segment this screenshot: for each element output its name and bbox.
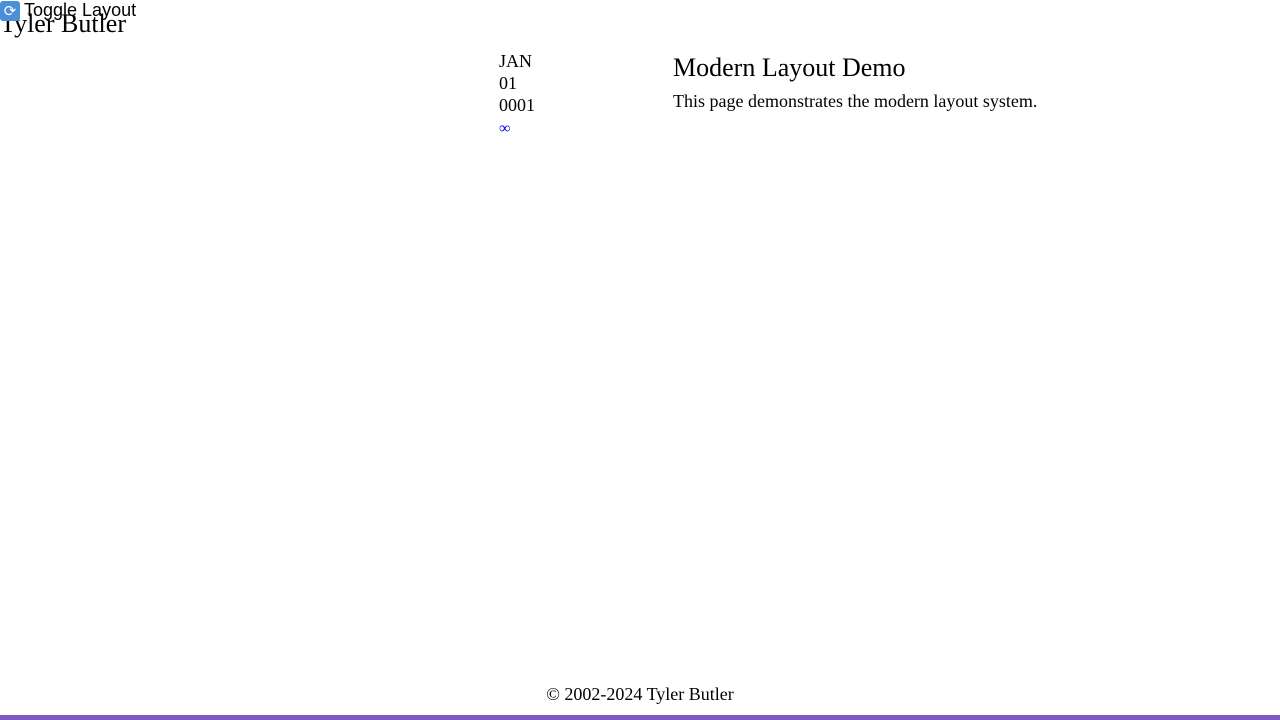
post-date-day: 01 bbox=[499, 73, 517, 93]
article-title: Modern Layout Demo bbox=[673, 53, 906, 82]
article-body: This page demonstrates the modern layout… bbox=[673, 91, 1038, 111]
post-date-year: 0001 bbox=[499, 95, 535, 115]
bottom-accent-bar bbox=[0, 715, 1280, 720]
permalink-icon[interactable]: ∞ bbox=[499, 120, 510, 137]
refresh-icon: ⟳ bbox=[0, 0, 20, 21]
toggle-layout-label: Toggle Layout bbox=[24, 0, 137, 20]
toggle-layout-button[interactable]: ⟳ Toggle Layout bbox=[0, 0, 136, 21]
post-date: JAN 01 0001 ∞ bbox=[499, 50, 535, 140]
footer-copyright: © 2002-2024 Tyler Butler bbox=[546, 684, 734, 704]
post-date-month: JAN bbox=[499, 51, 533, 71]
article: Modern Layout Demo This page demonstrate… bbox=[673, 52, 1037, 112]
